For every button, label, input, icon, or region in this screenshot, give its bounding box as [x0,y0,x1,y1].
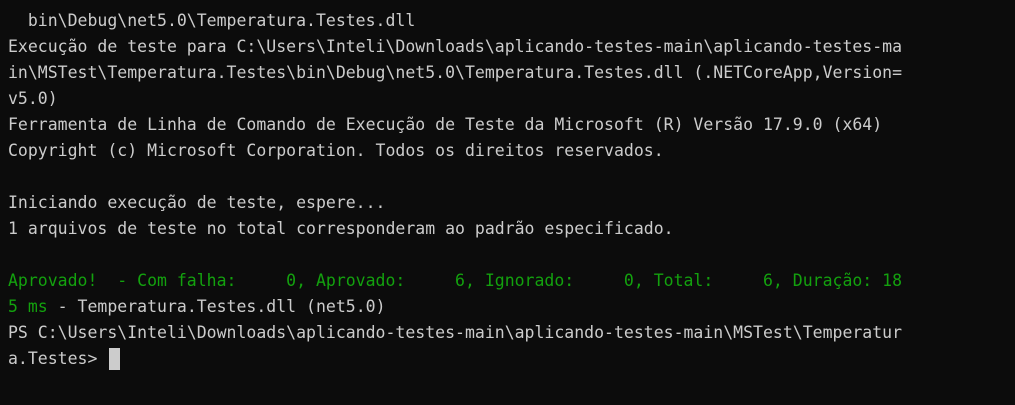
output-line: Execução de teste para C:\Users\Inteli\D… [8,37,903,56]
output-line: 1 arquivos de teste no total corresponde… [8,219,674,238]
output-line: bin\Debug\net5.0\Temperatura.Testes.dll [8,11,416,30]
output-line: in\MSTest\Temperatura.Testes\bin\Debug\n… [8,63,903,82]
test-assembly-info: - Temperatura.Testes.dll (net5.0) [47,297,386,316]
test-duration: 5 ms [8,297,48,316]
output-line: v5.0) [8,89,58,108]
text-cursor[interactable] [109,348,121,370]
prompt-path: PS C:\Users\Inteli\Downloads\aplicando-t… [8,323,903,342]
prompt-text: a.Testes> [8,349,108,368]
test-result-detail: 5 ms - Temperatura.Testes.dll (net5.0) [8,294,1015,320]
command-prompt[interactable]: a.Testes> [8,346,1015,372]
output-line: Copyright (c) Microsoft Corporation. Tod… [8,141,664,160]
output-line: Ferramenta de Linha de Comando de Execuç… [8,115,883,134]
test-result-summary: Aprovado! - Com falha: 0, Aprovado: 6, I… [8,271,903,290]
output-line: Iniciando execução de teste, espere... [8,193,386,212]
terminal-window[interactable]: bin\Debug\net5.0\Temperatura.Testes.dll … [0,0,1015,405]
